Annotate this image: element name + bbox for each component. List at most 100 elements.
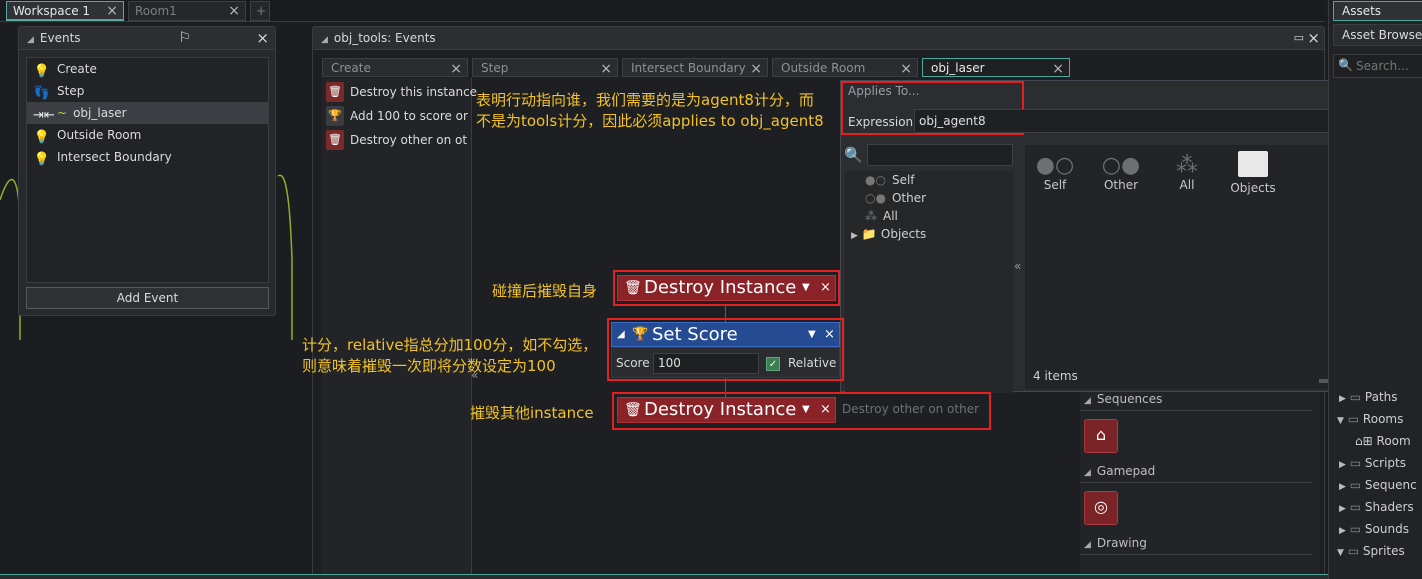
destroy-instance-other-block[interactable]: 🗑 Destroy Instance ▼ ×: [617, 397, 836, 423]
section-label: Sequences: [1096, 392, 1163, 406]
tab-obj-laser[interactable]: obj_laser ×: [922, 58, 1070, 77]
tree-item-other[interactable]: ○● Other: [865, 189, 926, 207]
expand-icon[interactable]: ▶: [1339, 394, 1346, 404]
event-label: Step: [57, 84, 85, 98]
expand-icon[interactable]: ▶: [1339, 482, 1346, 492]
relative-checkbox[interactable]: ✓: [766, 357, 780, 371]
tab-label: obj_laser: [931, 61, 985, 75]
collapse-icon[interactable]: ▼: [1337, 416, 1344, 426]
grid-item-self[interactable]: ●○ Self: [1035, 153, 1075, 192]
destroy-instance-block[interactable]: 🗑 Destroy Instance ▼ ×: [617, 275, 836, 301]
action-destroy-self[interactable]: 🗑 Destroy this instance: [322, 80, 498, 104]
action-add-score[interactable]: 🏆 Add 100 to score or: [322, 104, 498, 128]
close-icon[interactable]: ×: [750, 60, 762, 78]
section-gamepad[interactable]: ◢ Gamepad: [1084, 464, 1155, 478]
event-step[interactable]: 👣 Step: [27, 80, 268, 102]
close-icon[interactable]: ×: [824, 323, 835, 346]
close-icon[interactable]: ×: [900, 60, 912, 78]
expand-icon[interactable]: ▶: [1339, 526, 1346, 536]
close-icon[interactable]: ×: [820, 398, 831, 422]
asset-folder-scripts[interactable]: ▶ ▭ Scripts: [1339, 452, 1406, 474]
editor-header: ◢ obj_tools: Events ▭ ×: [313, 27, 1324, 50]
gamepad-action-icon[interactable]: ◎: [1084, 491, 1118, 525]
assets-sidebar: Assets Asset Browser 🔍 ▶ ▭ Paths ▼ ▭ Roo…: [1328, 0, 1422, 579]
output-panel-strip[interactable]: [0, 574, 1328, 579]
asset-folder-paths[interactable]: ▶ ▭ Paths: [1339, 386, 1398, 408]
block-title: Destroy Instance: [644, 277, 797, 298]
annotation-note-1: 表明行动指向谁，我们需要的是为agent8计分，而 不是为tools计分，因此必…: [476, 91, 824, 130]
close-icon[interactable]: ×: [256, 27, 269, 49]
close-icon[interactable]: ×: [600, 60, 612, 78]
search-input[interactable]: [867, 144, 1013, 166]
close-icon[interactable]: ×: [106, 3, 118, 19]
close-icon[interactable]: ×: [450, 60, 462, 78]
asset-folder-sprites[interactable]: ▼ ▭ Sprites: [1337, 540, 1405, 562]
tree-item-self[interactable]: ●○ Self: [865, 171, 915, 189]
action-destroy-other[interactable]: 🗑 Destroy other on ot: [322, 128, 498, 152]
folder-icon: ▭: [1349, 456, 1362, 470]
tree-item-objects[interactable]: ▶ 📁 Objects: [851, 225, 926, 243]
asset-browser-button[interactable]: Asset Browser: [1333, 24, 1422, 46]
block-title: Destroy Instance: [644, 399, 797, 420]
section-sequences[interactable]: ◢ Sequences: [1084, 392, 1162, 406]
section-label: Drawing: [1096, 536, 1147, 550]
score-input[interactable]: 100: [653, 353, 759, 374]
folder-icon: ▭: [1349, 478, 1362, 492]
event-label: Outside Room: [57, 128, 142, 142]
close-icon[interactable]: ×: [1307, 27, 1320, 49]
asset-room[interactable]: ⌂⊞ Room: [1355, 430, 1411, 452]
action-label: Add 100 to score or: [350, 109, 468, 123]
collapse-icon[interactable]: ◢: [617, 323, 625, 346]
event-label: Create: [57, 62, 97, 76]
asset-folder-sounds[interactable]: ▶ ▭ Sounds: [1339, 518, 1409, 540]
tab-create[interactable]: Create ×: [322, 58, 468, 77]
grid-item-all[interactable]: ⁂ All: [1167, 153, 1207, 192]
event-intersect-boundary[interactable]: 💡 Intersect Boundary: [27, 146, 268, 168]
close-icon[interactable]: ×: [228, 3, 240, 19]
collapse-icon[interactable]: ◢: [27, 35, 34, 45]
event-outside-room[interactable]: 💡 Outside Room: [27, 124, 268, 146]
maximize-icon[interactable]: ▭: [1294, 27, 1304, 49]
grid-item-other[interactable]: ○● Other: [1101, 153, 1141, 192]
sequence-action-icon[interactable]: ⌂: [1084, 419, 1118, 453]
dropdown-icon[interactable]: ▼: [802, 276, 810, 300]
tab-outside-room[interactable]: Outside Room ×: [772, 58, 918, 77]
tab-step[interactable]: Step ×: [472, 58, 618, 77]
tab-label: Intersect Boundary: [631, 61, 746, 75]
lightbulb-icon: 💡: [33, 152, 51, 167]
expand-icon[interactable]: ▶: [851, 231, 858, 241]
event-create[interactable]: 💡 Create: [27, 58, 268, 80]
asset-search-input[interactable]: [1354, 57, 1420, 75]
close-icon[interactable]: ×: [820, 276, 831, 300]
expand-icon[interactable]: ▶: [1339, 460, 1346, 470]
tab-workspace-1[interactable]: Workspace 1 ×: [6, 1, 124, 21]
expand-icon[interactable]: ▶: [1339, 504, 1346, 514]
collapse-icon[interactable]: ◢: [321, 35, 328, 45]
event-collision-obj-laser[interactable]: ⇥⇤ ~ obj_laser: [27, 102, 268, 124]
event-label: Intersect Boundary: [57, 150, 172, 164]
add-tab-button[interactable]: +: [250, 1, 270, 21]
flag-icon[interactable]: ⚐: [178, 27, 191, 49]
tab-intersect-boundary[interactable]: Intersect Boundary ×: [622, 58, 768, 77]
grid-item-objects[interactable]: Objects: [1225, 151, 1281, 195]
self-icon: ●○: [865, 173, 886, 187]
close-icon[interactable]: ×: [1052, 60, 1064, 78]
set-score-block[interactable]: ◢ 🏆 Set Score ▼ ×: [611, 322, 840, 347]
asset-folder-rooms[interactable]: ▼ ▭ Rooms: [1337, 408, 1403, 430]
dropdown-icon[interactable]: ▼: [808, 323, 816, 346]
asset-folder-sequences[interactable]: ▶ ▭ Sequenc: [1339, 474, 1417, 496]
expression-label: Expression: [848, 115, 914, 129]
tree-item-all[interactable]: ⁂ All: [865, 207, 898, 225]
collapse-divider-icon[interactable]: «: [1014, 259, 1021, 273]
action-label: Destroy this instance: [350, 85, 478, 99]
collapse-icon[interactable]: ▼: [1337, 548, 1344, 558]
section-drawing[interactable]: ◢ Drawing: [1084, 536, 1147, 550]
tab-assets[interactable]: Assets: [1333, 1, 1422, 21]
asset-folder-shaders[interactable]: ▶ ▭ Shaders: [1339, 496, 1414, 518]
add-event-button[interactable]: Add Event: [26, 287, 269, 309]
destroy-icon: 🗑: [326, 130, 344, 150]
destroy-icon: 🗑: [326, 82, 344, 102]
dropdown-icon[interactable]: ▼: [802, 398, 810, 422]
asset-search[interactable]: 🔍: [1333, 54, 1422, 78]
tab-room1[interactable]: Room1 ×: [128, 1, 246, 21]
